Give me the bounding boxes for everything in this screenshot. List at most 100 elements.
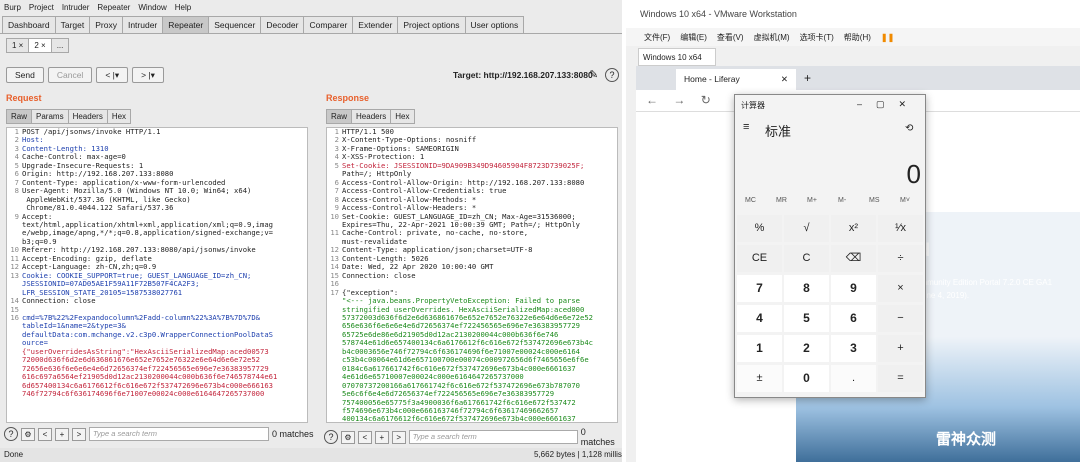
help-icon[interactable]: ? [605, 68, 619, 82]
vm-menu-view[interactable]: 查看(V) [717, 32, 744, 43]
menu-project[interactable]: Project [29, 3, 54, 12]
forward-button[interactable]: > |▾ [132, 67, 164, 83]
calc-key[interactable]: 7 [737, 275, 782, 302]
close-icon[interactable]: ✕ [781, 74, 788, 85]
line-number: 5 [334, 160, 339, 170]
tab-comparer[interactable]: Comparer [303, 16, 354, 33]
calc-key[interactable]: 6 [831, 305, 876, 332]
tab-intruder[interactable]: Intruder [121, 16, 164, 33]
memory-button[interactable]: MC [745, 197, 756, 204]
request-settings-icon[interactable]: ⚙ [21, 427, 35, 441]
tab-proxy[interactable]: Proxy [89, 16, 123, 33]
vm-menu-edit[interactable]: 编辑(E) [680, 32, 707, 43]
request-tab-headers[interactable]: Headers [67, 109, 108, 124]
tab-user-options[interactable]: User options [464, 16, 525, 33]
send-button[interactable]: Send [6, 67, 44, 83]
vm-menu-file[interactable]: 文件(F) [644, 32, 670, 43]
vm-menu-tabs[interactable]: 选项卡(T) [800, 32, 834, 43]
response-search-input[interactable]: Type a search term [408, 430, 578, 444]
memory-button[interactable]: M˅ [900, 197, 910, 204]
edit-target-icon[interactable]: ✎ [589, 68, 598, 81]
calc-key[interactable]: √ [784, 215, 829, 242]
calc-key[interactable]: 2 [784, 335, 829, 362]
calc-key[interactable]: × [878, 275, 923, 302]
calc-key[interactable]: C [784, 245, 829, 272]
back-button[interactable]: < |▾ [96, 67, 129, 83]
line-number: 9 [14, 211, 19, 221]
response-tab-raw[interactable]: Raw [326, 109, 353, 124]
tab-target[interactable]: Target [54, 16, 91, 33]
new-tab-icon[interactable]: + [804, 71, 811, 85]
tab-repeater[interactable]: Repeater [162, 16, 210, 33]
calc-key[interactable]: − [878, 305, 923, 332]
calc-key[interactable]: 5 [784, 305, 829, 332]
back-icon[interactable]: ← [646, 93, 658, 107]
history-icon[interactable]: ⟲ [905, 123, 913, 134]
calc-key[interactable]: ⌫ [831, 245, 876, 272]
browser-tab[interactable]: Home - Liferay ✕ [676, 69, 796, 90]
reload-icon[interactable]: ↻ [701, 93, 711, 107]
memory-button[interactable]: MR [776, 197, 787, 204]
forward-icon[interactable]: → [673, 93, 685, 107]
tab-decoder[interactable]: Decoder [260, 16, 305, 33]
vm-menu-vm[interactable]: 虚拟机(M) [754, 32, 790, 43]
response-settings-icon[interactable]: ⚙ [340, 430, 355, 444]
line-text: defaultData:com.mchange.v2.c3p0.WrapperC… [22, 329, 273, 339]
response-editor[interactable]: 1 HTTP/1.1 500 2 X-Content-Type-Options: no… [326, 127, 618, 423]
vm-menu-help[interactable]: 帮助(H) [844, 32, 871, 43]
calc-key[interactable]: % [737, 215, 782, 242]
request-add-icon[interactable]: + [55, 427, 69, 441]
repeater-tabs: 1 × 2 × ... [6, 38, 70, 53]
tab-extender[interactable]: Extender [352, 16, 399, 33]
tab-sequencer[interactable]: Sequencer [208, 16, 262, 33]
calc-key[interactable]: 1 [737, 335, 782, 362]
calc-key[interactable]: 9 [831, 275, 876, 302]
request-next-icon[interactable]: > [72, 427, 86, 441]
calc-key[interactable]: ¹⁄x [878, 215, 923, 242]
request-search-input[interactable]: Type a search term [89, 427, 269, 441]
calc-key[interactable]: = [878, 365, 923, 392]
response-prev-icon[interactable]: < [357, 430, 372, 444]
calc-key[interactable]: 8 [784, 275, 829, 302]
memory-button[interactable]: MS [869, 197, 880, 204]
calc-key[interactable]: + [878, 335, 923, 362]
tab-dashboard[interactable]: Dashboard [2, 16, 56, 33]
request-editor[interactable]: 1 POST /api/jsonws/invoke HTTP/1.1 2 Host: … [6, 127, 308, 423]
vmware-titlebar: Windows 10 x64 - VMware Workstation [626, 0, 1080, 28]
repeater-tab-2[interactable]: 2 × [28, 38, 52, 53]
vm-tab[interactable]: Windows 10 x64 [638, 48, 716, 66]
calc-window-controls[interactable]: –▢✕ [857, 99, 920, 110]
tab-project-options[interactable]: Project options [397, 16, 466, 33]
menu-icon[interactable]: ≡ [743, 121, 749, 133]
menu-window[interactable]: Window [138, 3, 166, 12]
calc-key[interactable]: CE [737, 245, 782, 272]
repeater-tab-new[interactable]: ... [50, 38, 70, 53]
request-help-icon[interactable]: ? [4, 427, 18, 441]
request-line: defaultData:com.mchange.v2.c3p0.WrapperC… [7, 329, 307, 339]
calc-key[interactable]: . [831, 365, 876, 392]
request-tab-hex[interactable]: Hex [106, 109, 132, 124]
menu-intruder[interactable]: Intruder [62, 3, 90, 12]
response-add-icon[interactable]: + [374, 430, 389, 444]
memory-button[interactable]: M+ [807, 197, 817, 204]
calc-key[interactable]: 3 [831, 335, 876, 362]
calc-key[interactable]: ± [737, 365, 782, 392]
menu-burp[interactable]: Burp [4, 3, 21, 12]
menu-help[interactable]: Help [175, 3, 191, 12]
calc-key[interactable]: 0 [784, 365, 829, 392]
calc-key[interactable]: x² [831, 215, 876, 242]
response-tab-hex[interactable]: Hex [390, 109, 415, 124]
memory-button[interactable]: M- [838, 197, 846, 204]
request-prev-icon[interactable]: < [38, 427, 52, 441]
response-help-icon[interactable]: ? [324, 430, 338, 444]
repeater-tab-1[interactable]: 1 × [6, 38, 30, 53]
calc-key[interactable]: 4 [737, 305, 782, 332]
calc-key[interactable]: ÷ [878, 245, 923, 272]
response-tab-headers[interactable]: Headers [351, 109, 392, 124]
request-tab-raw[interactable]: Raw [6, 109, 33, 124]
menu-repeater[interactable]: Repeater [97, 3, 130, 12]
pause-icon[interactable]: ❚❚ [881, 33, 894, 42]
cancel-button[interactable]: Cancel [47, 67, 93, 83]
request-tab-params[interactable]: Params [31, 109, 69, 124]
response-next-icon[interactable]: > [391, 430, 406, 444]
